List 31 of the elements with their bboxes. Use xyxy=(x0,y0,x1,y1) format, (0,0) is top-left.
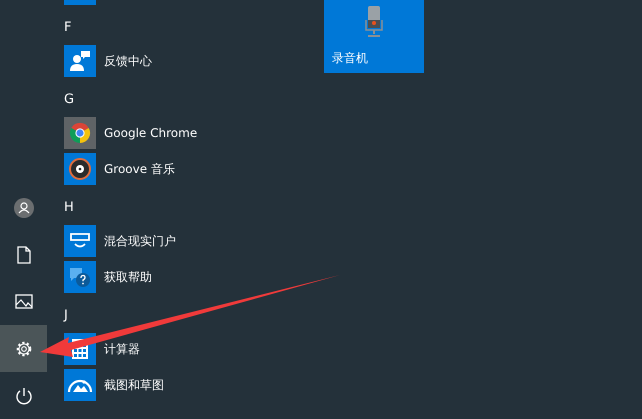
app-name: 反馈中心 xyxy=(104,52,152,70)
app-item[interactable]: 获取帮助 xyxy=(64,261,152,293)
app-name: Google Chrome xyxy=(104,126,198,140)
app-tile[interactable]: 录音机 xyxy=(324,0,424,73)
help-icon xyxy=(68,265,92,289)
tile-label: 录音机 xyxy=(332,50,368,67)
app-item[interactable]: 反馈中心 xyxy=(64,45,152,77)
headset-icon xyxy=(69,232,91,250)
app-item[interactable]: 截图和草图 xyxy=(64,369,164,401)
document-icon xyxy=(16,246,30,264)
group-letter[interactable]: G xyxy=(64,92,74,106)
microphone-icon xyxy=(365,6,383,38)
group-letter[interactable]: H xyxy=(64,200,74,214)
picture-icon xyxy=(14,294,32,309)
user-icon xyxy=(14,198,34,218)
app-item[interactable]: Groove 音乐 xyxy=(64,153,175,185)
power-icon xyxy=(14,386,32,404)
app-name: 计算器 xyxy=(104,340,140,358)
app-item[interactable]: 混合现实门户 xyxy=(64,225,176,257)
settings-button[interactable] xyxy=(0,325,47,372)
app-name: 截图和草图 xyxy=(104,376,164,394)
settings-icon xyxy=(14,340,32,358)
app-name: 获取帮助 xyxy=(104,268,152,286)
disc-icon xyxy=(68,157,92,181)
chrome-icon xyxy=(68,121,92,145)
group-letter[interactable]: F xyxy=(64,20,72,34)
app-name: 混合现实门户 xyxy=(104,232,176,250)
group-letter[interactable]: J xyxy=(64,308,68,322)
person-chat-icon xyxy=(69,50,91,72)
app-name: Groove 音乐 xyxy=(104,160,175,178)
app-item[interactable]: Google Chrome xyxy=(64,117,198,149)
